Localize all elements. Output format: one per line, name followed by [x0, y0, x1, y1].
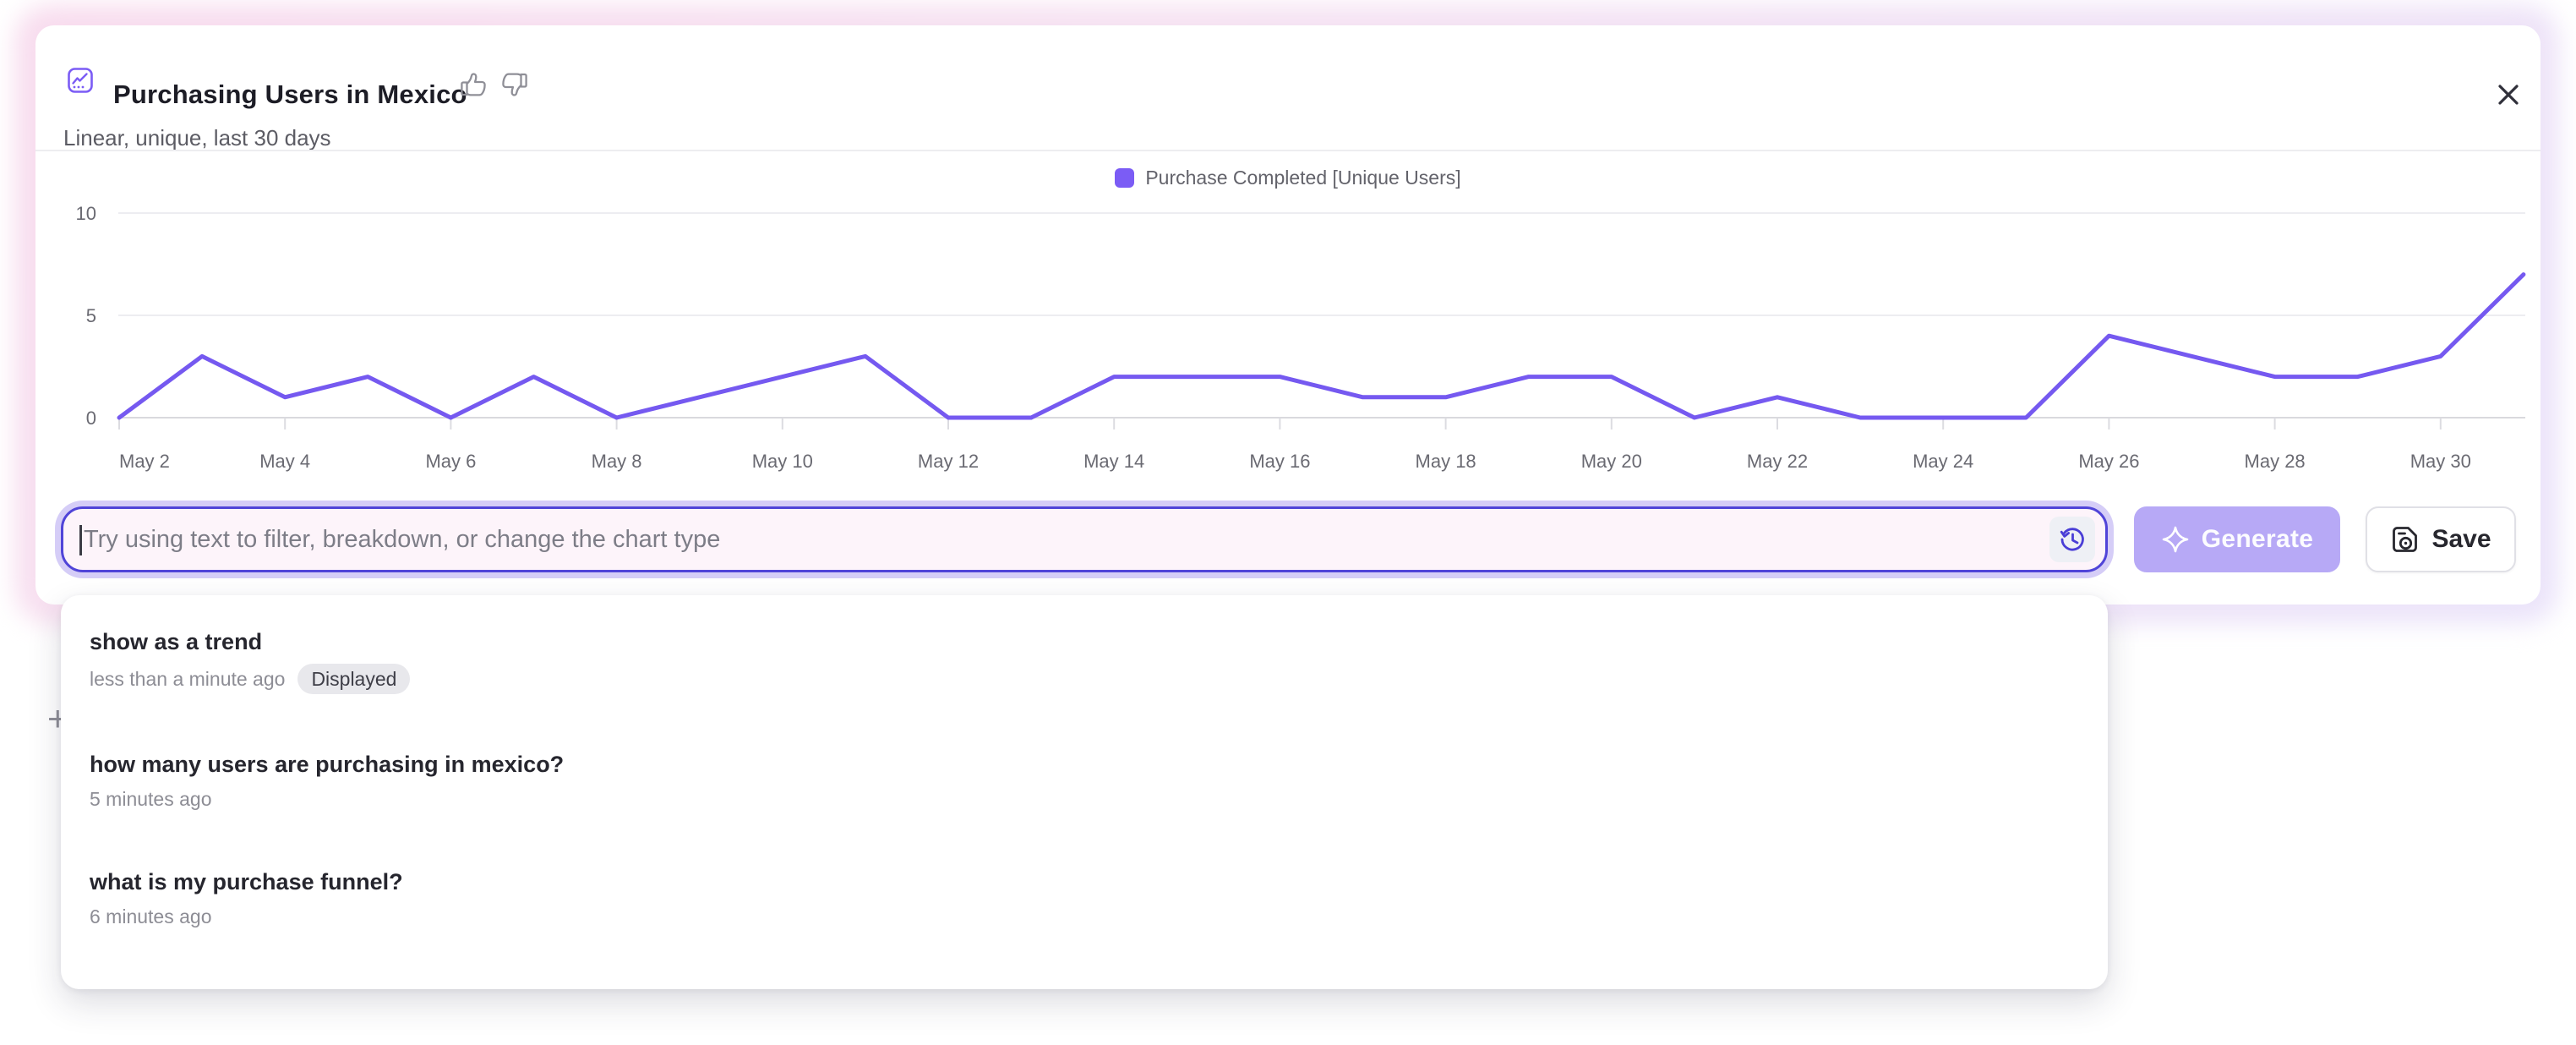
query-input-wrap [61, 506, 2108, 572]
x-axis-tick-label: May 4 [259, 451, 310, 472]
history-button[interactable] [2049, 517, 2095, 562]
generate-label: Generate [2202, 525, 2313, 554]
history-item[interactable]: show as a trend less than a minute ago Dis… [61, 618, 2108, 703]
save-label: Save [2431, 525, 2491, 554]
history-item-timestamp: 6 minutes ago [90, 904, 211, 929]
x-axis-tick-label: May 2 [119, 451, 170, 472]
close-icon[interactable] [2493, 79, 2524, 110]
x-axis-tick-label: May 12 [918, 451, 979, 472]
x-axis-tick-label: May 10 [752, 451, 813, 472]
history-item-title: What is my signup funnel? [90, 985, 2079, 989]
legend-swatch [1115, 168, 1134, 188]
insight-card: Purchasing Users in Mexico Linear, uniqu… [35, 25, 2541, 605]
x-axis-tick-label: May 14 [1083, 451, 1144, 472]
x-axis-tick-label: May 30 [2410, 451, 2471, 472]
thumbs-down-icon[interactable] [499, 71, 528, 98]
history-item-meta: less than a minute ago Displayed [90, 664, 2079, 694]
x-axis-tick-label: May 26 [2078, 451, 2139, 472]
history-item-meta: 5 minutes ago [90, 786, 2079, 812]
history-item[interactable]: What is my signup funnel?6 minutes ago [61, 976, 2108, 989]
displayed-badge: Displayed [297, 664, 410, 694]
history-item-timestamp: less than a minute ago [90, 666, 285, 692]
y-axis-tick-label: 0 [86, 408, 96, 429]
header-divider [35, 150, 2541, 151]
text-caret [79, 525, 82, 555]
x-axis-tick-label: May 20 [1581, 451, 1642, 472]
y-axis-tick-label: 5 [86, 305, 96, 326]
history-item[interactable]: what is my purchase funnel? 6 minutes ago [61, 858, 2108, 938]
history-item-title: show as a trend [90, 627, 2079, 656]
history-icon [2056, 523, 2088, 555]
x-axis-tick-label: May 6 [425, 451, 476, 472]
x-axis-tick-label: May 16 [1249, 451, 1310, 472]
series-line[interactable] [119, 275, 2524, 418]
history-item-meta: 6 minutes ago [90, 904, 2079, 929]
save-icon [2390, 524, 2420, 555]
sparkle-icon [2161, 525, 2190, 554]
history-item-title: how many users are purchasing in mexico? [90, 750, 2079, 779]
x-axis-tick-label: May 8 [592, 451, 642, 472]
x-axis-tick-label: May 24 [1913, 451, 1973, 472]
y-axis-tick-label: 10 [76, 203, 96, 224]
chart-legend: Purchase Completed [Unique Users] [35, 165, 2541, 190]
legend-label: Purchase Completed [Unique Users] [1145, 167, 1460, 189]
x-axis-tick-label: May 18 [1416, 451, 1476, 472]
save-button[interactable]: Save [2366, 506, 2516, 572]
page-title: Purchasing Users in Mexico [113, 79, 467, 110]
x-axis-tick-label: May 22 [1747, 451, 1808, 472]
query-input[interactable] [63, 509, 2105, 570]
chart-subtitle: Linear, unique, last 30 days [63, 125, 331, 151]
thumbs-up-icon[interactable] [460, 71, 488, 98]
history-item-timestamp: 5 minutes ago [90, 786, 211, 812]
query-history-dropdown: show as a trend less than a minute ago Dis… [61, 595, 2108, 989]
history-item-title: what is my purchase funnel? [90, 867, 2079, 896]
history-item[interactable]: how many users are purchasing in mexico?… [61, 741, 2108, 821]
generate-button[interactable]: Generate [2134, 506, 2340, 572]
line-chart[interactable]: 0 5 10 May 2 May 4 May 6 May 8 May 10 May 12 May … [51, 194, 2541, 473]
line-chart-icon [68, 68, 93, 93]
x-axis-tick-label: May 28 [2245, 451, 2306, 472]
